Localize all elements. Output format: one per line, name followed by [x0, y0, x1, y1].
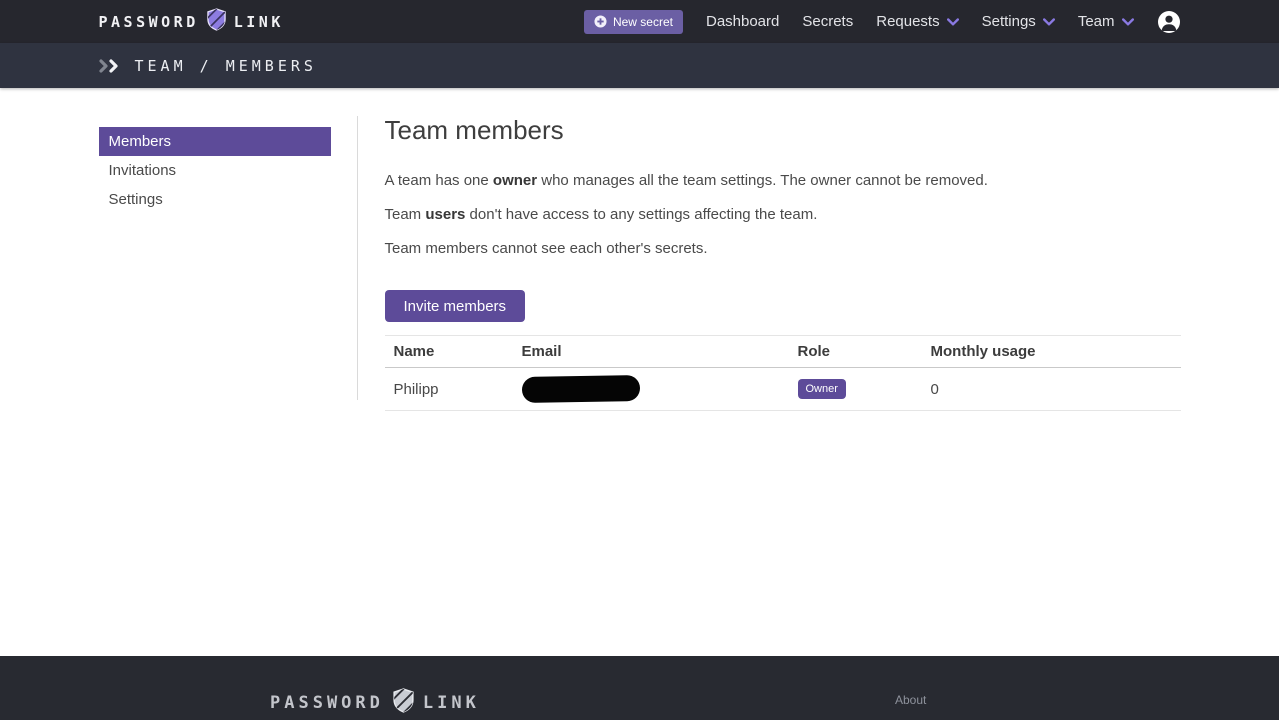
description-owner-post: who manages all the team settings. The o…: [537, 172, 988, 189]
sidebar-item-invitations[interactable]: Invitations: [99, 156, 331, 185]
table-row: Philipp Owner 0: [385, 368, 1181, 411]
sidebar-item-invitations-label: Invitations: [109, 162, 177, 179]
redacted-email: [521, 375, 639, 403]
role-badge: Owner: [798, 379, 846, 399]
nav-label-secrets: Secrets: [802, 13, 853, 30]
brand-logo[interactable]: PASSWORD LINK: [99, 8, 284, 35]
nav-label-requests: Requests: [876, 13, 939, 30]
member-name-cell: Philipp: [385, 368, 513, 411]
footer-shield-icon: [393, 688, 414, 718]
main-area: Members Invitations Settings Team member…: [0, 88, 1279, 656]
members-table: Name Email Role Monthly usage Philipp Ow…: [385, 335, 1181, 411]
description-secrets: Team members cannot see each other's sec…: [385, 240, 1181, 257]
avatar-icon: [1157, 10, 1181, 34]
breadcrumb-text: TEAM / MEMBERS: [135, 57, 317, 75]
top-navbar: PASSWORD LINK: [0, 0, 1279, 43]
footer-brand-word-left: PASSWORD: [270, 693, 384, 713]
invite-members-button[interactable]: Invite members: [385, 290, 526, 322]
description-owner-pre: A team has one: [385, 172, 493, 189]
new-secret-label: New secret: [613, 15, 673, 29]
description-users-pre: Team: [385, 206, 426, 223]
description-users-bold: users: [425, 206, 465, 223]
nav-label-settings: Settings: [982, 13, 1036, 30]
brand-word-right: LINK: [234, 13, 284, 31]
user-avatar-button[interactable]: [1157, 10, 1181, 34]
nav-item-secrets[interactable]: Secrets: [802, 13, 853, 30]
team-members-panel: Team members A team has one owner who ma…: [385, 88, 1181, 411]
plus-circle-icon: [594, 15, 607, 28]
nav-label-team: Team: [1078, 13, 1115, 30]
footer-brand-logo: PASSWORD LINK: [270, 688, 480, 718]
nav-item-team[interactable]: Team: [1078, 13, 1134, 30]
sidebar-item-members[interactable]: Members: [99, 127, 331, 156]
description-owner-bold: owner: [493, 172, 537, 189]
breadcrumb: TEAM / MEMBERS: [99, 57, 317, 75]
breadcrumb-bar: TEAM / MEMBERS: [0, 43, 1279, 88]
sidebar-item-members-label: Members: [109, 133, 172, 150]
nav-item-settings[interactable]: Settings: [982, 13, 1055, 30]
navbar-menu: New secret Dashboard Secrets Requests Se…: [584, 10, 1181, 34]
column-header-email: Email: [513, 336, 789, 368]
member-usage-cell: 0: [922, 368, 1181, 411]
sidebar-item-settings-label: Settings: [109, 191, 163, 208]
chevron-down-icon: [1043, 18, 1055, 26]
footer: PASSWORD LINK About: [0, 656, 1279, 720]
page-title: Team members: [385, 115, 1181, 146]
new-secret-button[interactable]: New secret: [584, 10, 683, 34]
sidebar: Members Invitations Settings: [99, 127, 331, 214]
double-chevron-icon: [99, 59, 119, 73]
member-email-cell: [513, 368, 789, 411]
sidebar-item-settings[interactable]: Settings: [99, 185, 331, 214]
chevron-down-icon: [947, 18, 959, 26]
column-header-name: Name: [385, 336, 513, 368]
description-owner: A team has one owner who manages all the…: [385, 172, 1181, 189]
brand-word-left: PASSWORD: [99, 13, 199, 31]
shield-icon: [207, 8, 226, 35]
table-header-row: Name Email Role Monthly usage: [385, 336, 1181, 368]
chevron-down-icon: [1122, 18, 1134, 26]
column-header-monthly-usage: Monthly usage: [922, 336, 1181, 368]
about-link[interactable]: About: [895, 693, 926, 707]
member-role-cell: Owner: [789, 368, 922, 411]
nav-label-dashboard: Dashboard: [706, 13, 779, 30]
nav-item-requests[interactable]: Requests: [876, 13, 958, 30]
footer-brand-word-right: LINK: [423, 693, 480, 713]
column-header-role: Role: [789, 336, 922, 368]
description-users-post: don't have access to any settings affect…: [465, 206, 817, 223]
description-users: Team users don't have access to any sett…: [385, 206, 1181, 223]
vertical-divider: [357, 116, 358, 400]
nav-item-dashboard[interactable]: Dashboard: [706, 13, 779, 30]
